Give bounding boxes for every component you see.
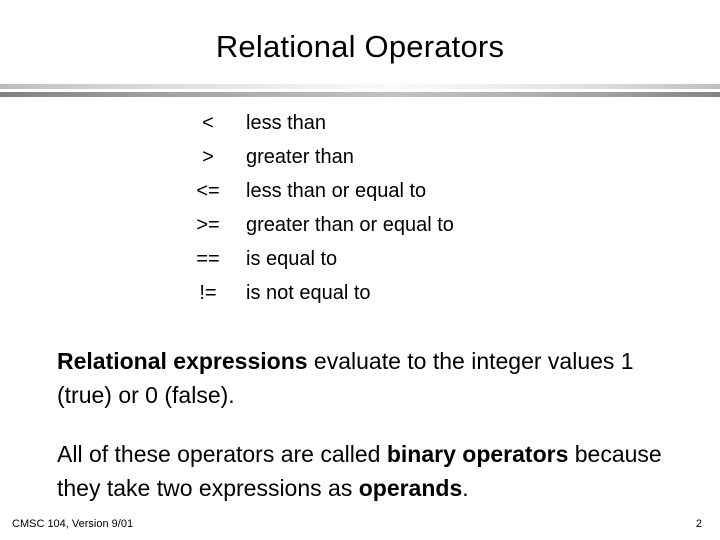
- table-row: <= less than or equal to: [170, 174, 454, 208]
- title-divider: [0, 84, 720, 100]
- divider-bar-dark: [0, 92, 720, 97]
- paragraph-1-bold-lead: Relational expressions: [57, 348, 308, 374]
- operator-symbol: ==: [196, 248, 220, 270]
- operator-symbol: !=: [199, 282, 217, 304]
- page-title: Relational Operators: [215, 29, 505, 64]
- paragraph-2-bold-1: binary operators: [386, 441, 569, 467]
- table-row: == is equal to: [170, 242, 454, 276]
- operator-symbol: <: [202, 112, 214, 134]
- paragraph-2-text-3: .: [462, 475, 469, 501]
- paragraph-relational-expressions: Relational expressions evaluate to the i…: [57, 344, 687, 412]
- operator-meaning: less than: [246, 112, 327, 134]
- operator-symbol: <=: [196, 180, 220, 202]
- table-row: >= greater than or equal to: [170, 208, 454, 242]
- operator-meaning: is not equal to: [246, 282, 371, 304]
- table-row: < less than: [170, 106, 454, 140]
- table-row: != is not equal to: [170, 276, 454, 310]
- footer-course-label: CMSC 104, Version 9/01: [12, 518, 134, 530]
- operator-meaning: is equal to: [246, 248, 338, 270]
- operator-symbol: >: [202, 146, 214, 168]
- footer-page-number: 2: [695, 518, 702, 530]
- operator-table: < less than > greater than <= less than …: [170, 106, 454, 310]
- paragraph-2-text-1: All of these operators are called: [57, 441, 387, 467]
- operator-meaning: greater than or equal to: [246, 214, 454, 236]
- table-row: > greater than: [170, 140, 454, 174]
- paragraph-2-bold-2: operands: [358, 475, 463, 501]
- paragraph-binary-operators: All of these operators are called binary…: [57, 437, 687, 505]
- slide: Relational Operators < less than > great…: [0, 0, 720, 540]
- operator-meaning: greater than: [246, 146, 354, 168]
- operator-symbol: >=: [196, 214, 220, 236]
- operator-meaning: less than or equal to: [246, 180, 427, 202]
